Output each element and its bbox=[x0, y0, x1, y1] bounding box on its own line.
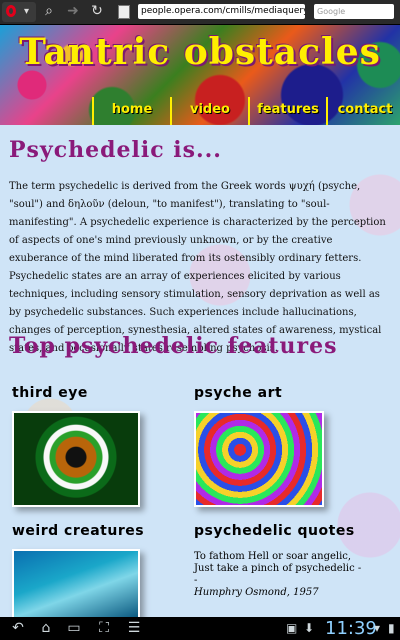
menu-icon[interactable]: ☰ bbox=[124, 620, 144, 636]
site-header: Tantric obstacles home video features co… bbox=[0, 25, 400, 125]
system-bar: ↶ ⌂ ▭ ⛶ ☰ ▣ ⬇ 11:39 ▾ ▮ bbox=[0, 617, 400, 640]
wifi-icon: ▾ bbox=[374, 621, 381, 635]
feature-title-psyche-art: psyche art bbox=[194, 385, 283, 401]
quote-author: Humphry Osmond, 1957 bbox=[194, 587, 319, 598]
reload-icon[interactable]: ↻ bbox=[88, 3, 106, 19]
psychedelic-quote: To fathom Hell or soar angelic, Just tak… bbox=[194, 551, 364, 599]
main-nav: home video features contact bbox=[92, 97, 400, 125]
clock: 11:39 bbox=[325, 618, 377, 639]
notification-icon[interactable]: ▣ bbox=[286, 621, 297, 635]
intro-paragraph: The term psychedelic is derived from the… bbox=[9, 181, 386, 354]
address-bar[interactable]: people.opera.com/cmills/mediaquery/ bbox=[138, 4, 305, 19]
intro-heading: Psychedelic is... bbox=[9, 137, 222, 163]
opera-menu-button[interactable]: ▾ bbox=[2, 2, 36, 22]
main-content: Psychedelic is... The term psychedelic i… bbox=[0, 125, 400, 617]
nav-item-features[interactable]: features bbox=[248, 97, 326, 125]
back-icon[interactable]: ↶ bbox=[8, 620, 28, 636]
recent-apps-icon[interactable]: ▭ bbox=[64, 620, 84, 636]
home-icon[interactable]: ⌂ bbox=[36, 620, 56, 636]
screenshot-icon[interactable]: ⛶ bbox=[94, 620, 114, 636]
quote-text: To fathom Hell or soar angelic, Just tak… bbox=[194, 551, 362, 586]
chevron-down-icon: ▾ bbox=[24, 6, 30, 17]
site-title: Tantric obstacles bbox=[19, 31, 381, 73]
browser-toolbar: ▾ ⌕ ➜ ↻ people.opera.com/cmills/mediaque… bbox=[0, 0, 400, 25]
download-icon[interactable]: ⬇ bbox=[304, 621, 314, 635]
forward-icon[interactable]: ➜ bbox=[64, 3, 82, 19]
weird-creatures-image[interactable] bbox=[12, 549, 140, 617]
nav-item-video[interactable]: video bbox=[170, 97, 248, 125]
feature-title-psychedelic-quotes: psychedelic quotes bbox=[194, 523, 355, 539]
search-input[interactable]: Google bbox=[314, 4, 394, 19]
battery-icon: ▮ bbox=[388, 621, 395, 635]
nav-item-home[interactable]: home bbox=[92, 97, 170, 125]
feature-title-third-eye: third eye bbox=[12, 385, 88, 401]
third-eye-image[interactable] bbox=[12, 411, 140, 507]
speed-dial-icon[interactable]: ⌕ bbox=[40, 3, 58, 19]
psyche-art-image[interactable] bbox=[194, 411, 324, 507]
page-icon bbox=[118, 5, 130, 19]
nav-item-contact[interactable]: contact bbox=[326, 97, 400, 125]
features-heading: Top psychedelic features bbox=[9, 333, 338, 359]
feature-title-weird-creatures: weird creatures bbox=[12, 523, 145, 539]
opera-logo-icon bbox=[6, 5, 16, 17]
